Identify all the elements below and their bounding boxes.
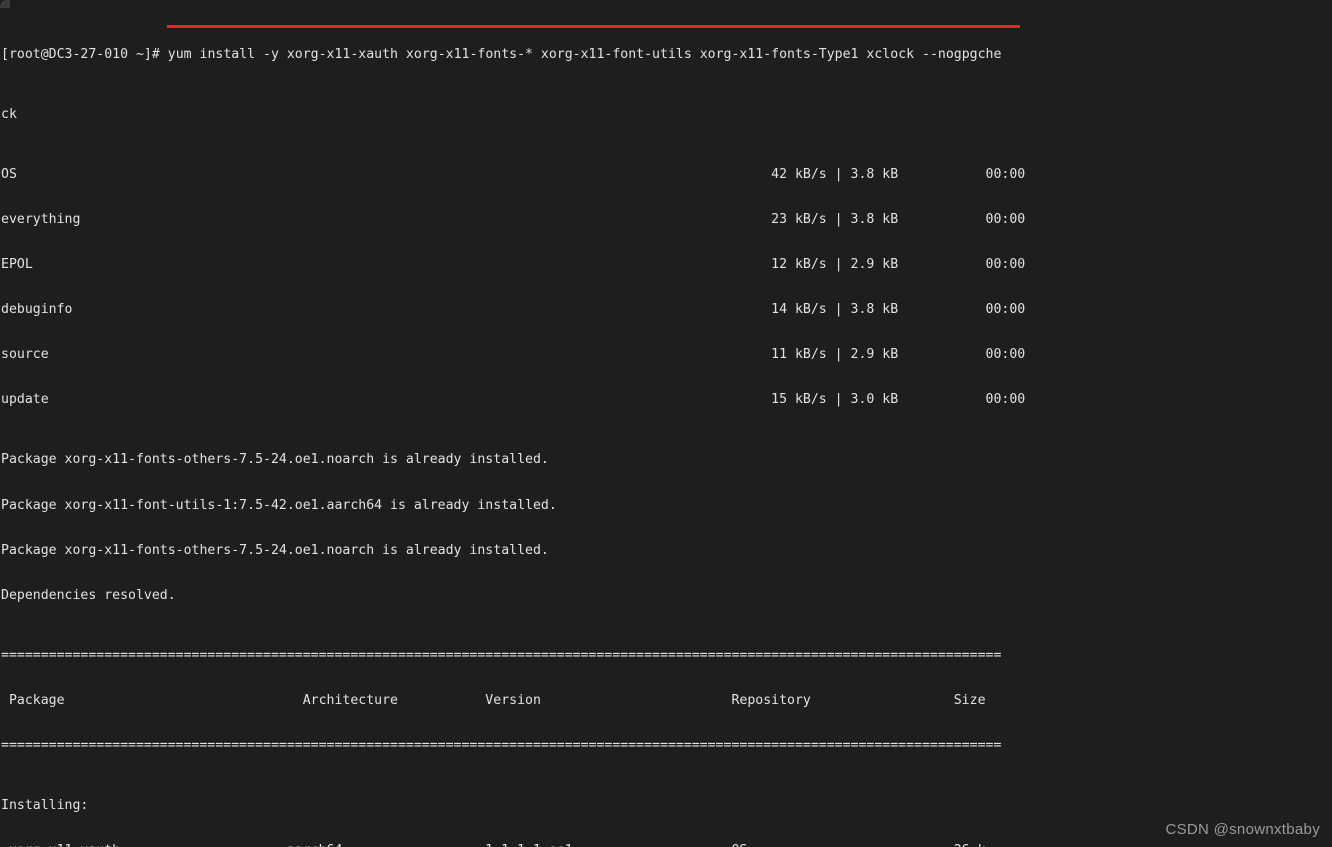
csdn-watermark: CSDN @snownxtbaby (1165, 820, 1320, 838)
table-separator-bottom: ========================================… (1, 737, 1002, 753)
command-wrap-remainder: ck (1, 107, 17, 123)
terminal-window[interactable]: [root@DC3-27-010 ~]# yum install -y xorg… (0, 0, 1332, 847)
already-installed-line: Package xorg-x11-fonts-others-7.5-24.oe1… (1, 452, 549, 468)
repo-row: update 15 kB/s | 3.0 kB 00:00 (1, 392, 1026, 408)
repo-row: everything 23 kB/s | 3.8 kB 00:00 (1, 212, 1026, 228)
repo-row: EPOL 12 kB/s | 2.9 kB 00:00 (1, 257, 1026, 273)
repo-row: OS 42 kB/s | 3.8 kB 00:00 (1, 167, 1026, 183)
package-table-row: xorg-x11-xauth aarch64 1:1.1-1.oe1 OS 26… (1, 843, 1332, 847)
shell-prompt: [root@DC3-27-010 ~]# (1, 47, 160, 63)
command-text-spacer (160, 47, 168, 62)
dependencies-resolved-line: Dependencies resolved. (1, 587, 176, 603)
already-installed-line: Package xorg-x11-fonts-others-7.5-24.oe1… (1, 542, 549, 558)
command-line: [root@DC3-27-010 ~]# yum install -y xorg… (1, 47, 1332, 62)
terminal-screen[interactable]: [root@DC3-27-010 ~]# yum install -y xorg… (0, 2, 1332, 847)
table-separator-top: ========================================… (1, 647, 1002, 663)
repo-row: debuginfo 14 kB/s | 3.8 kB 00:00 (1, 302, 1026, 318)
command-text: yum install -y xorg-x11-xauth xorg-x11-f… (167, 47, 1002, 63)
command-red-underline-annotation (167, 25, 1020, 28)
repo-row: source 11 kB/s | 2.9 kB 00:00 (1, 347, 1026, 363)
package-table-header: Package Architecture Version Repository … (1, 692, 986, 708)
section-label-installing: Installing: (1, 797, 89, 813)
already-installed-line: Package xorg-x11-font-utils-1:7.5-42.oe1… (1, 497, 557, 513)
